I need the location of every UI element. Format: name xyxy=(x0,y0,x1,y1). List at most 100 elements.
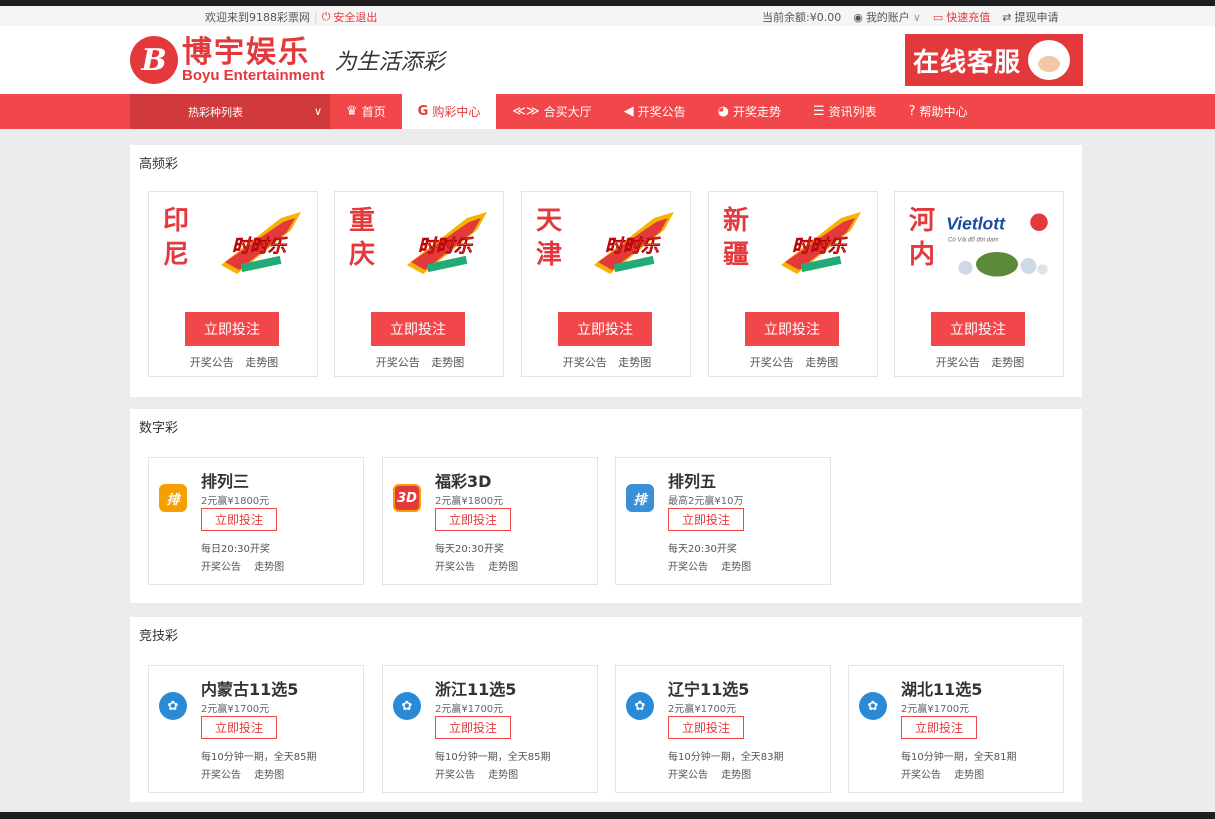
lottery-card: 印尼 时时乐 立即投注 开奖公告 走势图 xyxy=(148,191,318,377)
draw-notice-link[interactable]: 开奖公告 xyxy=(435,562,475,573)
recharge-link[interactable]: ▭ 快速充值 xyxy=(933,9,990,25)
pailie-icon[interactable]: 排 xyxy=(159,484,187,512)
nav-trend-label: 开奖走势 xyxy=(732,105,781,119)
lottery-card: 河内 Vietlott Có Vải đổ đời dam 立即投注 开奖公告 … xyxy=(894,191,1064,377)
draw-notice-link[interactable]: 开奖公告 xyxy=(376,356,420,369)
trend-chart-link[interactable]: 走势图 xyxy=(618,356,651,369)
draw-notice-link[interactable]: 开奖公告 xyxy=(936,356,980,369)
draw-notice-link[interactable]: 开奖公告 xyxy=(201,562,241,573)
trend-chart-link[interactable]: 走势图 xyxy=(954,770,984,781)
trend-chart-link[interactable]: 走势图 xyxy=(721,562,751,573)
online-service-button[interactable]: 在线客服 xyxy=(905,34,1083,86)
card-links: 开奖公告 走势图 xyxy=(668,766,761,781)
lottery-image[interactable]: 印尼 时时乐 xyxy=(159,198,309,288)
my-account-label: 我的账户 xyxy=(865,11,910,24)
my-account-menu[interactable]: ◉ 我的账户 ∨ xyxy=(853,9,921,25)
pailie-icon[interactable]: 排 xyxy=(626,484,654,512)
draw-notice-link[interactable]: 开奖公告 xyxy=(190,356,234,369)
lottery-image[interactable]: 新疆 时时乐 xyxy=(719,198,869,288)
panel-title: 竞技彩 xyxy=(139,629,179,644)
bet-now-button[interactable]: 立即投注 xyxy=(558,312,652,346)
bet-now-button[interactable]: 立即投注 xyxy=(931,312,1025,346)
shishile-logo-icon: 时时乐 xyxy=(407,212,487,274)
lottery-card: 排 排列五 最高2元赢¥10万 立即投注 每天20:30开奖 开奖公告 走势图 xyxy=(615,457,831,585)
bet-now-button[interactable]: 立即投注 xyxy=(435,508,511,531)
draw-notice-link[interactable]: 开奖公告 xyxy=(563,356,607,369)
chevron-down-icon: ∨ xyxy=(313,105,322,118)
lottery-image[interactable]: 天津 时时乐 xyxy=(532,198,682,288)
lottery-card: ✿ 浙江11选5 2元赢¥1700元 立即投注 每10分钟一期，全天85期 开奖… xyxy=(382,665,598,793)
trend-chart-link[interactable]: 走势图 xyxy=(431,356,464,369)
logout-link[interactable]: ⏻ 安全退出 xyxy=(322,9,378,25)
trend-chart-link[interactable]: 走势图 xyxy=(805,356,838,369)
draw-notice-link[interactable]: 开奖公告 xyxy=(435,770,475,781)
draw-notice-link[interactable]: 开奖公告 xyxy=(750,356,794,369)
nav-trend[interactable]: ◕ 开奖走势 xyxy=(702,94,797,129)
draw-notice-link[interactable]: 开奖公告 xyxy=(668,770,708,781)
nav-group-buy-label: 合买大厅 xyxy=(543,105,592,119)
bet-now-button[interactable]: 立即投注 xyxy=(435,716,511,739)
nav-news[interactable]: ☰ 资讯列表 xyxy=(797,94,893,129)
lottery-list-dropdown[interactable]: 热彩种列表 ∨ xyxy=(130,94,330,129)
prize-text: 2元赢¥1700元 xyxy=(668,704,737,715)
draw-notice-link[interactable]: 开奖公告 xyxy=(201,770,241,781)
trend-chart-link[interactable]: 走势图 xyxy=(488,562,518,573)
shishile-logo-icon: 时时乐 xyxy=(594,212,674,274)
list-icon: ☰ xyxy=(812,104,825,119)
eleven-five-icon[interactable]: ✿ xyxy=(626,692,654,720)
lottery-image[interactable]: 河内 Vietlott Có Vải đổ đời dam xyxy=(905,198,1055,288)
chevron-down-icon: ∨ xyxy=(912,10,921,24)
bet-now-button[interactable]: 立即投注 xyxy=(185,312,279,346)
lottery-card: ✿ 内蒙古11选5 2元赢¥1700元 立即投注 每10分钟一期，全天85期 开… xyxy=(148,665,364,793)
lottery-image[interactable]: 重庆 时时乐 xyxy=(345,198,495,288)
fucai-3d-icon[interactable]: 3D xyxy=(393,484,421,512)
service-avatar-icon xyxy=(1025,37,1074,83)
bet-now-button[interactable]: 立即投注 xyxy=(668,716,744,739)
card-links: 开奖公告 走势图 xyxy=(522,354,692,370)
trend-chart-link[interactable]: 走势图 xyxy=(991,356,1024,369)
transfer-icon: ⇄ xyxy=(1002,10,1012,24)
trend-chart-link[interactable]: 走势图 xyxy=(254,770,284,781)
lottery-name[interactable]: 排列三 xyxy=(201,468,249,492)
window-frame-bottom xyxy=(0,812,1215,819)
nav-group-buy[interactable]: ≪≫ 合买大厅 xyxy=(496,94,607,129)
bet-now-button[interactable]: 立即投注 xyxy=(745,312,839,346)
lottery-name[interactable]: 内蒙古11选5 xyxy=(201,676,298,700)
nav-lottery-center[interactable]: G 购彩中心 xyxy=(401,94,497,129)
nav-lottery-center-label: 购彩中心 xyxy=(432,105,481,119)
site-logo[interactable]: B 博宇娱乐 Boyu Entertainment 为生活添彩 xyxy=(130,36,445,84)
welcome-text: 欢迎来到9188彩票网 xyxy=(205,11,310,24)
card-links: 开奖公告 走势图 xyxy=(435,766,528,781)
eleven-five-icon[interactable]: ✿ xyxy=(393,692,421,720)
nav-draw-notice[interactable]: ◀ 开奖公告 xyxy=(608,94,702,129)
nav-help[interactable]: ? 帮助中心 xyxy=(893,94,984,129)
trend-chart-link[interactable]: 走势图 xyxy=(245,356,278,369)
draw-notice-link[interactable]: 开奖公告 xyxy=(901,770,941,781)
trend-chart-link[interactable]: 走势图 xyxy=(488,770,518,781)
trend-chart-link[interactable]: 走势图 xyxy=(254,562,284,573)
lottery-name[interactable]: 浙江11选5 xyxy=(435,676,516,700)
bet-now-button[interactable]: 立即投注 xyxy=(901,716,977,739)
nav-home[interactable]: ♛ 首页 xyxy=(330,94,402,129)
svg-text:时时乐: 时时乐 xyxy=(605,236,661,257)
bet-now-button[interactable]: 立即投注 xyxy=(668,508,744,531)
bet-now-button[interactable]: 立即投注 xyxy=(371,312,465,346)
draw-notice-link[interactable]: 开奖公告 xyxy=(668,562,708,573)
withdraw-link[interactable]: ⇄ 提现申请 xyxy=(1002,9,1058,25)
eleven-five-icon[interactable]: ✿ xyxy=(859,692,887,720)
lottery-name[interactable]: 福彩3D xyxy=(435,468,491,492)
eleven-five-icon[interactable]: ✿ xyxy=(159,692,187,720)
lottery-name[interactable]: 湖北11选5 xyxy=(901,676,982,700)
card-links: 开奖公告 走势图 xyxy=(201,766,294,781)
lottery-name[interactable]: 辽宁11选5 xyxy=(668,676,749,700)
power-icon: ⏻ xyxy=(321,10,331,23)
lottery-name[interactable]: 排列五 xyxy=(668,468,716,492)
bet-now-button[interactable]: 立即投注 xyxy=(201,508,277,531)
trend-chart-link[interactable]: 走势图 xyxy=(721,770,751,781)
prize-text: 最高2元赢¥10万 xyxy=(668,496,744,507)
draw-time: 每天20:30开奖 xyxy=(435,544,504,555)
bet-now-button[interactable]: 立即投注 xyxy=(201,716,277,739)
draw-time: 每10分钟一期，全天85期 xyxy=(435,752,551,763)
nav-news-label: 资讯列表 xyxy=(828,105,877,119)
main-nav: 热彩种列表 ∨ ♛ 首页 G 购彩中心 ≪≫ 合买大厅 ◀ 开奖公告 ◕ 开奖走… xyxy=(0,94,1215,129)
